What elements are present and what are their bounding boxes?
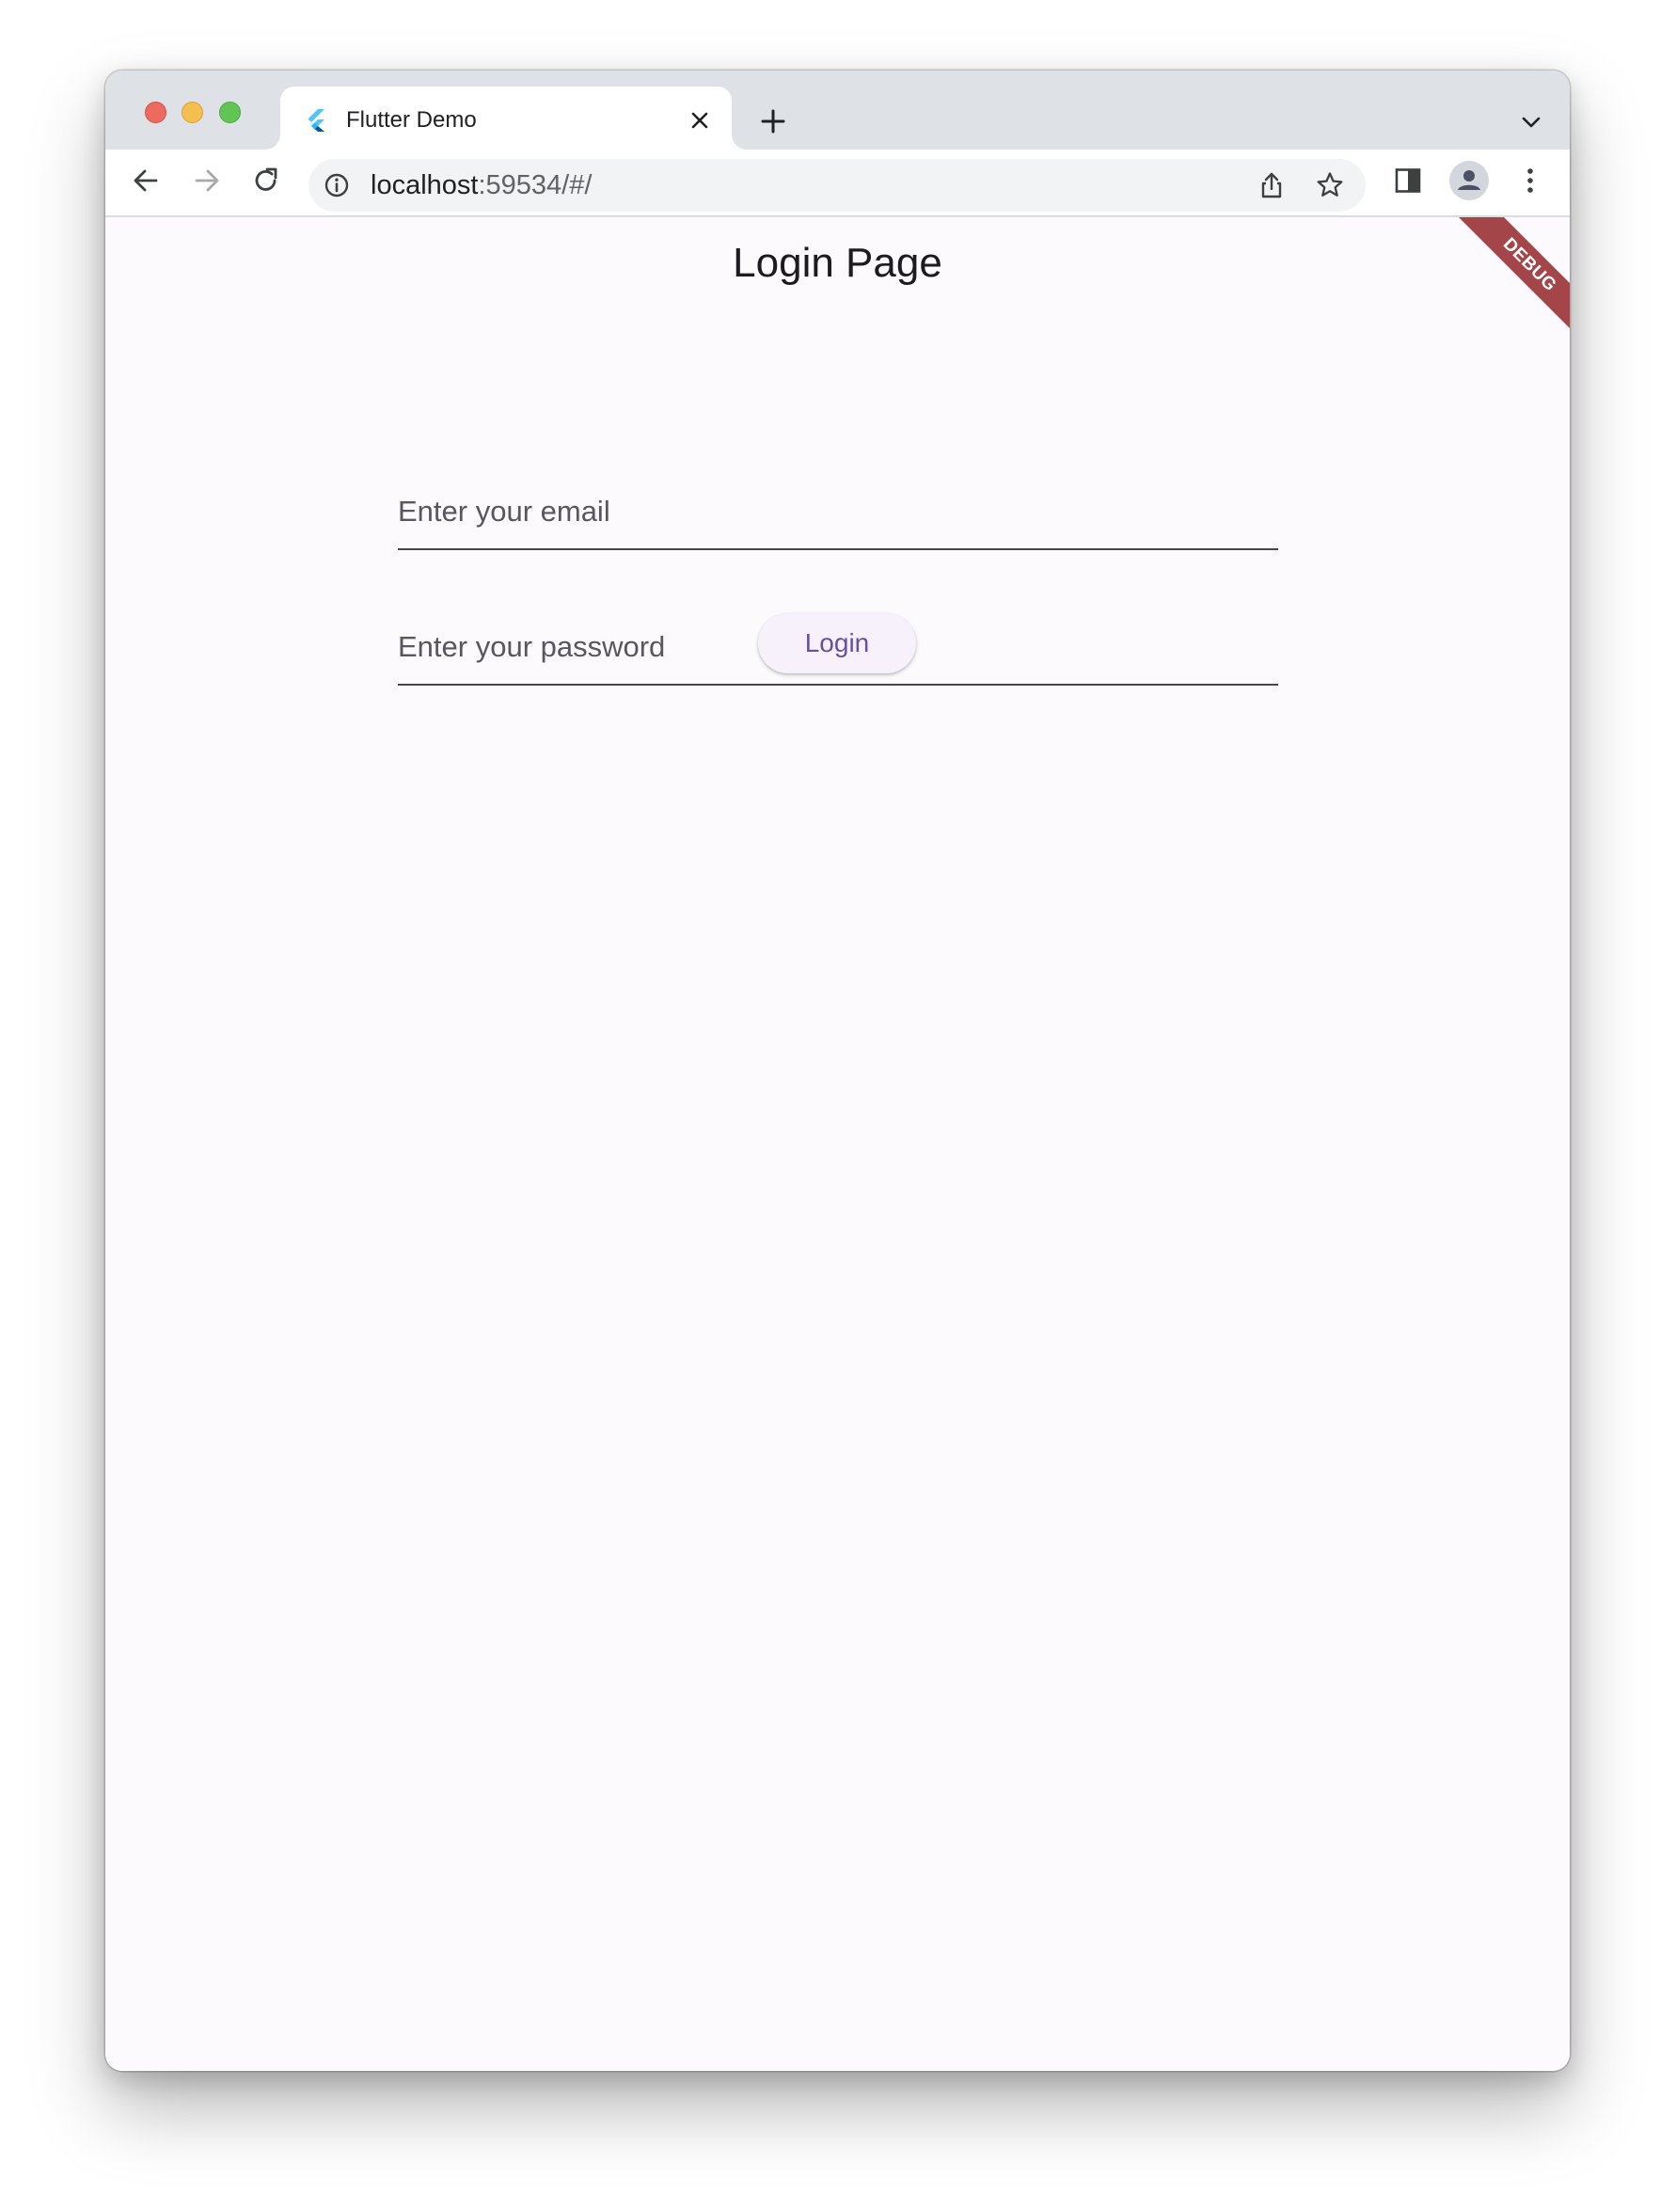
- tab-flutter-demo[interactable]: Flutter Demo: [280, 87, 732, 150]
- maximize-window-button[interactable]: [219, 102, 241, 123]
- close-icon[interactable]: [687, 107, 713, 134]
- email-field[interactable]: [398, 466, 1278, 550]
- browser-window: Flutter Demo localhost:59534/#/ Login Pa…: [105, 71, 1570, 2071]
- page-title: Login Page: [733, 240, 942, 286]
- plus-icon: [760, 108, 786, 139]
- side-panel-icon: [1394, 166, 1422, 199]
- profile-button[interactable]: [1449, 160, 1489, 205]
- arrow-right-icon: [192, 166, 222, 200]
- side-panel-button[interactable]: [1388, 163, 1428, 202]
- reload-button[interactable]: [246, 163, 286, 202]
- login-button[interactable]: Login: [758, 613, 916, 673]
- debug-banner: DEBUG: [1447, 217, 1570, 340]
- flutter-logo-icon: [306, 109, 326, 132]
- tab-title: Flutter Demo: [346, 107, 477, 133]
- tab-strip: Flutter Demo: [105, 71, 1570, 150]
- url-host: localhost: [371, 170, 479, 200]
- url-path: :59534/#/: [478, 170, 593, 200]
- chevron-down-icon: [1521, 116, 1542, 134]
- arrow-left-icon: [131, 166, 161, 200]
- back-button[interactable]: [126, 163, 166, 202]
- browser-menu-button[interactable]: [1510, 163, 1550, 202]
- flutter-app-content: Login Page Login DEBUG: [105, 217, 1570, 2071]
- address-bar[interactable]: localhost:59534/#/: [308, 159, 1366, 212]
- kebab-menu-icon: [1526, 166, 1535, 200]
- address-url[interactable]: localhost:59534/#/: [371, 170, 592, 200]
- forward-button[interactable]: [187, 163, 227, 202]
- share-icon[interactable]: [1257, 170, 1287, 200]
- close-window-button[interactable]: [145, 102, 166, 123]
- profile-avatar-icon: [1449, 160, 1489, 205]
- new-tab-button[interactable]: [754, 104, 792, 142]
- reload-icon: [251, 166, 281, 200]
- info-icon[interactable]: [324, 172, 350, 198]
- tab-search-button[interactable]: [1517, 110, 1545, 138]
- email-input[interactable]: [398, 466, 1278, 548]
- minimize-window-button[interactable]: [182, 102, 203, 123]
- star-icon[interactable]: [1315, 170, 1345, 200]
- browser-toolbar: localhost:59534/#/: [105, 150, 1570, 217]
- debug-banner-label: DEBUG: [1454, 217, 1570, 340]
